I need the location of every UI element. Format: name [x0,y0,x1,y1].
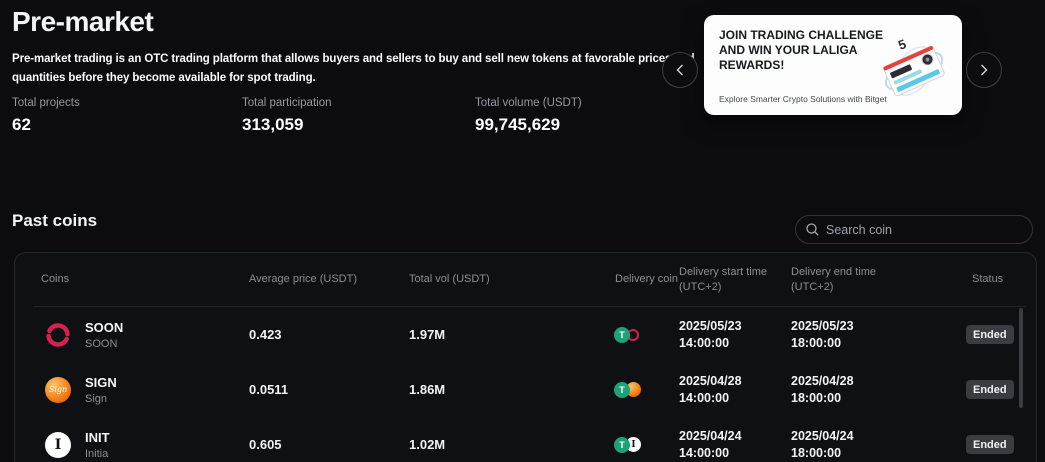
carousel-prev-button[interactable] [662,52,698,88]
column-header-delivery-coin: Delivery coin [615,273,678,285]
search-icon [806,223,819,236]
delivery-start-cell: 2025/05/23 14:00:00 [679,318,742,350]
past-coins-title: Past coins [12,211,98,230]
column-header-total-vol: Total vol (USDT) [409,273,490,285]
soon-ring-icon [45,322,71,348]
stat-value: 99,745,629 [475,115,561,134]
delivery-coin-cell: T I [614,417,641,462]
chevron-right-icon [981,64,988,76]
status-badge: Ended [966,435,1014,454]
coin-name: Sign [85,392,108,405]
table-row[interactable]: SOON SOON 0.423 1.97M T 2025/05/23 14:00:… [15,307,1036,362]
avg-price-cell: 0.605 [249,437,282,452]
column-header-avg-price: Average price (USDT) [249,273,357,285]
coin-name: SOON [85,337,118,350]
avg-price-cell: 0.423 [249,327,282,342]
page-title: Pre-market [12,6,154,37]
column-header-status: Status [972,273,1004,285]
stat-value: 313,059 [242,115,304,134]
search-box[interactable] [795,215,1033,244]
stat-label: Total volume (USDT) [475,97,582,109]
status-badge: Ended [966,380,1014,399]
avg-price-cell: 0.0511 [249,382,289,397]
banner-title: JOIN TRADING CHALLENGE AND WIN YOUR LALI… [719,28,884,72]
status-badge: Ended [966,325,1014,344]
stat-total-volume: Total volume (USDT) 99,745,629 [475,97,582,135]
coin-symbol: SIGN [85,374,117,390]
promo-banner[interactable]: JOIN TRADING CHALLENGE AND WIN YOUR LALI… [704,15,962,115]
column-header-start-time: Delivery start time (UTC+2) [679,265,768,293]
usdt-icon: T [614,436,630,453]
delivery-end-cell: 2025/04/24 18:00:00 [791,428,854,460]
past-coins-table: Coins Average price (USDT) Total vol (US… [14,252,1037,462]
stat-total-participation: Total participation 313,059 [242,97,332,135]
banner-subtitle: Explore Smarter Crypto Solutions with Bi… [719,94,887,104]
coin-symbol: INIT [85,429,110,445]
page-description: Pre-market trading is an OTC trading pla… [12,53,695,84]
delivery-start-cell: 2025/04/24 14:00:00 [679,428,742,460]
delivery-end-cell: 2025/05/23 18:00:00 [791,318,854,350]
carousel-next-button[interactable] [966,52,1002,88]
search-input[interactable] [826,222,1022,237]
chevron-left-icon [676,64,683,76]
usdt-icon: T [614,326,630,343]
coin-symbol: SOON [85,319,124,335]
svg-text:5: 5 [896,36,908,53]
column-header-coins: Coins [41,273,70,285]
sign-logo-icon: Sign [45,376,71,403]
delivery-end-cell: 2025/04/28 18:00:00 [791,373,854,405]
stat-total-projects: Total projects 62 [12,97,80,135]
total-vol-cell: 1.97M [409,327,446,342]
coin-name: Initia [85,447,109,460]
table-row[interactable]: Sign SIGN Sign 0.0511 1.86M T 2025/04/28… [15,362,1036,417]
stat-value: 62 [12,115,31,134]
init-logo-icon: I [45,431,71,458]
total-vol-cell: 1.86M [409,382,446,397]
total-vol-cell: 1.02M [409,437,446,452]
table-row[interactable]: I INIT Initia 0.605 1.02M T I 2025/04/24… [15,417,1036,462]
table-header: Coins Average price (USDT) Total vol (US… [15,253,1036,306]
stat-label: Total projects [12,97,80,109]
usdt-icon: T [614,381,630,398]
delivery-start-cell: 2025/04/28 14:00:00 [679,373,742,405]
table-scrollbar[interactable] [1019,308,1023,408]
column-header-end-time: Delivery end time (UTC+2) [791,265,876,293]
stat-label: Total participation [242,97,332,109]
delivery-coin-cell: T [614,362,641,417]
delivery-coin-cell: T [614,307,639,362]
ticket-rewards-icon: 5 [883,36,945,97]
